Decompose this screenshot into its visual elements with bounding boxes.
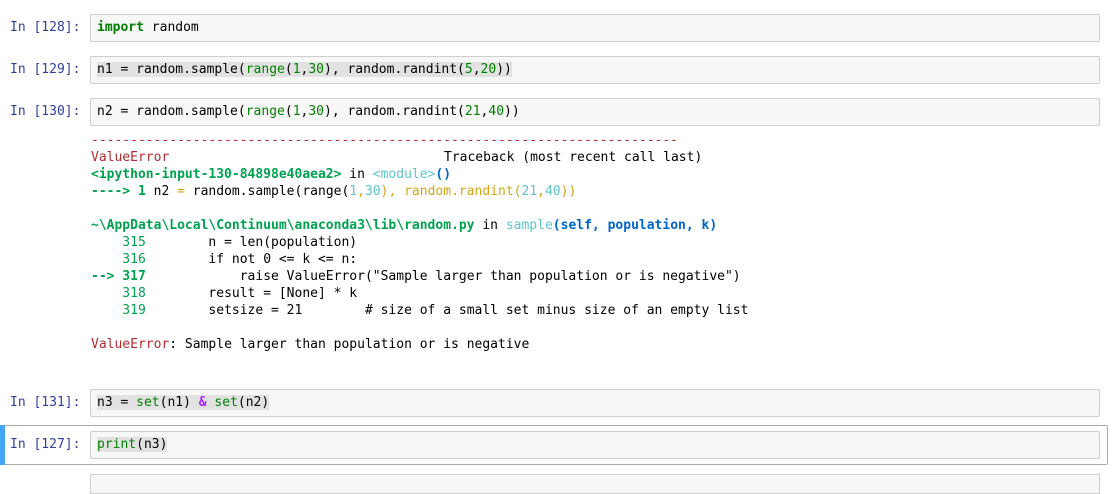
traceback-final: ValueError: Sample larger than populatio… — [91, 336, 529, 353]
traceback-line: 318 result = [None] * k — [91, 285, 357, 302]
error-name: ValueError — [91, 337, 170, 352]
frame-num: 1 — [349, 184, 358, 199]
cell-prompt: In [128]: — [10, 20, 81, 35]
code-token: ( — [284, 62, 293, 77]
cell-130[interactable]: In [130]: n2 = random.sample(range(1,30)… — [0, 98, 1112, 128]
frame-op: = — [177, 184, 185, 199]
code-token: )) — [496, 62, 512, 77]
code-input[interactable]: n2 = random.sample(range(1,30), random.r… — [90, 98, 1100, 126]
cell-128[interactable]: In [128]: import random — [0, 14, 1112, 44]
cell-prompt: In [130]: — [10, 104, 81, 119]
code-token: n2 = random.sample( — [97, 104, 246, 119]
code-token: n1 = random.sample( — [97, 62, 246, 77]
code-token: 30 — [308, 104, 324, 119]
code-text: n2 = random.sample(range(1,30), random.r… — [97, 104, 520, 119]
line-number: 318 — [91, 286, 146, 301]
line-code: result = [None] * k — [145, 286, 358, 301]
code-text: print(n3) — [97, 437, 168, 452]
code-token: 40 — [488, 104, 505, 119]
frame-code: n2 — [153, 184, 178, 199]
code-input[interactable]: n1 = random.sample(range(1, 30), random.r… — [90, 56, 1100, 84]
code-token: range — [245, 62, 285, 77]
line-number: 315 — [91, 235, 146, 250]
traceback-header: ValueError Traceback (most recent call la… — [91, 149, 702, 166]
frame-func: <module> — [372, 167, 436, 182]
frame-op: , — [357, 184, 365, 199]
line-code: if not 0 <= k <= n: — [145, 252, 358, 267]
frame-code: random.sample(range( — [184, 184, 350, 199]
line-number: 319 — [91, 303, 146, 318]
code-token: random — [143, 20, 199, 35]
cell-prompt: In [129]: — [10, 62, 81, 77]
code-text: n1 = random.sample(range(1, 30), random.r… — [97, 62, 512, 77]
frame-num: 30 — [364, 184, 381, 199]
traceback-label: Traceback (most recent call last) — [444, 150, 703, 165]
cell-127[interactable]: In [127]: print(n3) — [0, 431, 1112, 461]
frame-code: )) — [560, 184, 577, 199]
frame-in: in — [474, 218, 506, 233]
frame-arrow: ----> 1 — [91, 184, 154, 199]
code-token: 5 — [464, 62, 473, 77]
cell-131[interactable]: In [131]: n3 = set(n1) & set(n2) — [0, 389, 1112, 419]
traceback-line: 316 if not 0 <= k <= n: — [91, 251, 357, 268]
frame-in: in — [341, 167, 373, 182]
cell-129[interactable]: In [129]: n1 = random.sample(range(1, 30)… — [0, 56, 1112, 86]
code-token: import — [97, 20, 144, 35]
code-input[interactable]: import random — [90, 14, 1100, 42]
code-input[interactable]: print(n3) — [90, 431, 1100, 459]
frame-func: sample — [505, 218, 553, 233]
line-code: raise ValueError("Sample larger than pop… — [145, 269, 741, 284]
code-token: ( — [284, 104, 293, 119]
traceback-separator: ----------------------------------------… — [91, 133, 678, 148]
frame-parens: () — [435, 167, 452, 182]
code-token: set — [214, 395, 238, 410]
error-message: : Sample larger than population or is ne… — [169, 337, 530, 352]
line-number: --> 317 — [91, 269, 146, 284]
next-cell-input[interactable] — [90, 474, 1100, 494]
line-code: n = len(population) — [145, 235, 358, 250]
code-token: (n2) — [237, 395, 270, 410]
code-token: (n1) — [159, 395, 199, 410]
code-text: n3 = set(n1) & set(n2) — [97, 395, 270, 410]
code-token: n3 = — [97, 395, 137, 410]
error-name: ValueError — [91, 150, 170, 165]
traceback-line-current: --> 317 raise ValueError("Sample larger … — [91, 268, 741, 285]
code-token: print — [97, 437, 137, 452]
code-text: import random — [97, 20, 199, 35]
line-code: setsize = 21 # size of a small set minus… — [145, 303, 749, 318]
frame-num: 21 — [521, 184, 538, 199]
code-token: set — [136, 395, 160, 410]
code-token: 30 — [308, 62, 324, 77]
traceback-frame1-line: ----> 1 n2 = random.sample(range(1,30), … — [91, 183, 576, 200]
code-token: ), random.randint( — [324, 62, 465, 77]
code-token: 20 — [480, 62, 497, 77]
code-token: range — [245, 104, 285, 119]
code-token: (n3) — [136, 437, 168, 452]
code-token: & — [198, 395, 207, 410]
cell-prompt: In [127]: — [10, 437, 81, 452]
code-input[interactable]: n3 = set(n1) & set(n2) — [90, 389, 1100, 417]
frame-op: , — [537, 184, 545, 199]
code-token: 21 — [464, 104, 481, 119]
code-token: , — [472, 62, 481, 77]
code-token: )) — [504, 104, 520, 119]
frame-file: ~\AppData\Local\Continuum\anaconda3\lib\… — [91, 218, 475, 233]
code-token: ), random.randint( — [324, 104, 465, 119]
code-token: 1 — [292, 62, 301, 77]
cell-prompt: In [131]: — [10, 395, 81, 410]
traceback-line: 319 setsize = 21 # size of a small set m… — [91, 302, 748, 319]
frame-num: 40 — [545, 184, 561, 199]
traceback-frame1: <ipython-input-130-84898e40aea2> in <mod… — [91, 166, 451, 183]
frame-file: <ipython-input-130-84898e40aea2> — [91, 167, 342, 182]
frame-code: ), random.randint( — [380, 184, 522, 199]
traceback-line: 315 n = len(population) — [91, 234, 357, 251]
line-number: 316 — [91, 252, 146, 267]
frame-sig: (self, population, k) — [552, 218, 718, 233]
traceback-frame2: ~\AppData\Local\Continuum\anaconda3\lib\… — [91, 217, 717, 234]
code-token: 1 — [292, 104, 301, 119]
